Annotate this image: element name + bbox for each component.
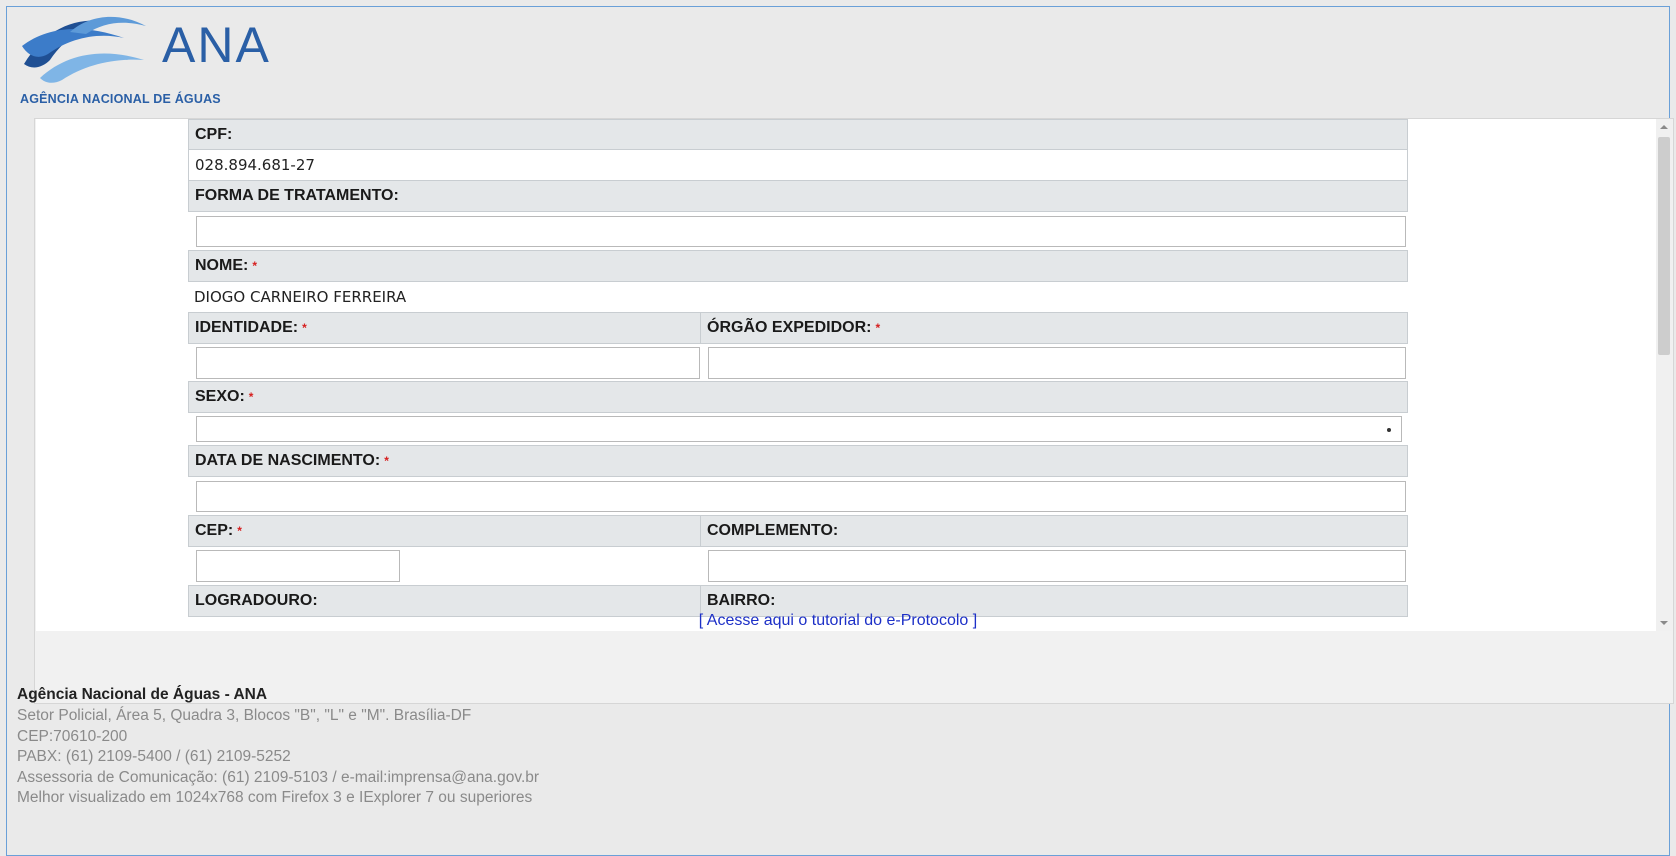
footer-browser-note: Melhor visualizado em 1024x768 com Firef… xyxy=(17,789,533,806)
footer-pabx: PABX: (61) 2109-5400 / (61) 2109-5252 xyxy=(17,748,291,765)
nome-value: DIOGO CARNEIRO FERREIRA xyxy=(194,288,407,306)
logo-subtitle: AGÊNCIA NACIONAL DE ÁGUAS xyxy=(20,92,221,106)
footer-org-name: Agência Nacional de Águas - ANA xyxy=(17,686,268,703)
ana-logo: ANA AGÊNCIA NACIONAL DE ÁGUAS xyxy=(20,8,280,112)
tutorial-link-row: [ Acesse aqui o tutorial do e-Protocolo … xyxy=(0,612,1676,630)
sexo-label: SEXO: xyxy=(195,388,245,405)
logradouro-label: LOGRADOURO: xyxy=(195,592,318,609)
forma-tratamento-label: FORMA DE TRATAMENTO: xyxy=(195,187,399,204)
form-scroll-area[interactable]: CPF: 028.894.681-27 FORMA DE TRATAMENTO:… xyxy=(36,119,1672,631)
dropdown-caret-icon xyxy=(1387,428,1391,432)
complemento-header: COMPLEMENTO: xyxy=(700,515,1408,547)
logo-name: ANA xyxy=(162,17,271,73)
nascimento-label: DATA DE NASCIMENTO: xyxy=(195,452,381,469)
scrollbar-thumb[interactable] xyxy=(1658,137,1670,355)
complemento-input[interactable] xyxy=(708,550,1406,582)
orgao-expedidor-input[interactable] xyxy=(708,347,1406,379)
tutorial-link[interactable]: [ Acesse aqui o tutorial do e-Protocolo … xyxy=(699,612,977,629)
cep-label: CEP: xyxy=(195,522,234,539)
footer-address: Setor Policial, Área 5, Quadra 3, Blocos… xyxy=(17,707,472,724)
cpf-label: CPF: xyxy=(195,126,233,143)
nome-header: NOME: * xyxy=(188,250,1408,282)
footer-cep: CEP:70610-200 xyxy=(17,727,128,745)
nascimento-header: DATA DE NASCIMENTO: * xyxy=(188,445,1408,477)
required-mark: * xyxy=(384,454,389,468)
cep-header: CEP: * xyxy=(188,515,701,547)
orgao-label: ÓRGÃO EXPEDIDOR: xyxy=(707,319,872,336)
data-nascimento-input[interactable] xyxy=(196,481,1406,512)
cpf-header: CPF: xyxy=(188,119,1408,151)
forma-tratamento-header: FORMA DE TRATAMENTO: xyxy=(188,180,1408,212)
identidade-header: IDENTIDADE: * xyxy=(188,312,701,344)
cep-input[interactable] xyxy=(196,550,400,582)
forma-tratamento-input[interactable] xyxy=(196,216,1406,247)
orgao-header: ÓRGÃO EXPEDIDOR: * xyxy=(700,312,1408,344)
bairro-label: BAIRRO: xyxy=(707,592,776,609)
identidade-input[interactable] xyxy=(196,347,700,379)
cpf-value: 028.894.681-27 xyxy=(188,149,1408,181)
sexo-header: SEXO: * xyxy=(188,381,1408,413)
sexo-select[interactable] xyxy=(196,416,1402,442)
scroll-up-icon[interactable] xyxy=(1660,125,1668,129)
wave-logo-icon xyxy=(22,16,146,83)
required-mark: * xyxy=(302,321,307,335)
footer-comunicacao: Assessoria de Comunicação: (61) 2109-510… xyxy=(17,768,540,786)
footer: Agência Nacional de Águas - ANA Setor Po… xyxy=(17,686,539,809)
complemento-label: COMPLEMENTO: xyxy=(707,522,839,539)
required-mark: * xyxy=(248,390,254,404)
required-mark: * xyxy=(252,259,257,273)
vertical-scrollbar[interactable] xyxy=(1656,119,1672,631)
nome-label: NOME: xyxy=(195,257,249,274)
identidade-label: IDENTIDADE: xyxy=(195,319,299,336)
required-mark: * xyxy=(875,321,881,335)
required-mark: * xyxy=(237,524,242,538)
